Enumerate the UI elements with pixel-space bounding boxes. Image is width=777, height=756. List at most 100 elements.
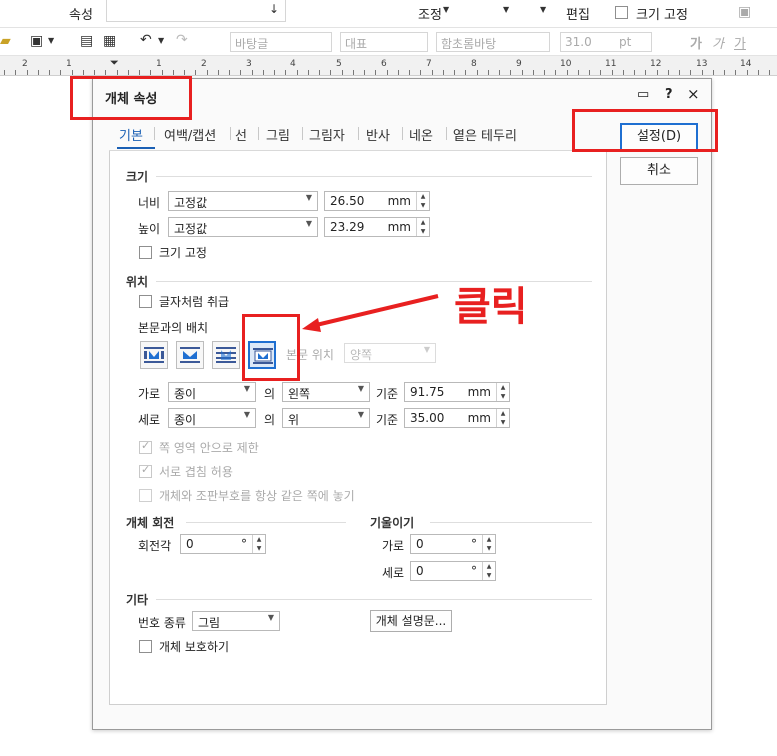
- comment-icon[interactable]: ▭: [637, 87, 649, 102]
- tab-picture[interactable]: 그림: [266, 125, 290, 144]
- vertical-ref-select[interactable]: 종이 ▼: [168, 408, 256, 428]
- wrap-square-button[interactable]: [140, 341, 168, 369]
- ruler-tick: [499, 70, 500, 75]
- bold-button[interactable]: 가: [690, 33, 702, 52]
- ruler-tick: [398, 70, 399, 75]
- chevron-down-icon[interactable]: ▼: [158, 36, 164, 45]
- horizontal-align-select[interactable]: 왼쪽 ▼: [282, 382, 370, 402]
- ruler-tick: [409, 70, 410, 75]
- size-lock-label: 크기 고정: [636, 8, 688, 23]
- spin-icon[interactable]: ▲ ▼: [496, 409, 509, 427]
- ruler-tick: [38, 70, 39, 75]
- tab-shadow[interactable]: 그림자: [309, 125, 345, 144]
- rotation-angle-input[interactable]: 0 ° ▲ ▼: [180, 534, 266, 554]
- tab-neon[interactable]: 네온: [409, 125, 433, 144]
- spin-icon[interactable]: ▲ ▼: [416, 218, 429, 236]
- width-label: 너비: [138, 196, 161, 210]
- chevron-down-icon: ▼: [305, 193, 312, 202]
- height-mode-select[interactable]: 고정값 ▼: [168, 217, 318, 237]
- horizontal-offset-input[interactable]: 91.75 mm ▲ ▼: [404, 382, 510, 402]
- adjust-menu[interactable]: 조정: [418, 4, 442, 23]
- width-mode-select[interactable]: 고정값 ▼: [168, 191, 318, 211]
- ruler-tick: [27, 70, 28, 75]
- spin-icon[interactable]: ▲ ▼: [482, 535, 495, 553]
- chevron-down-icon: ▼: [357, 384, 364, 393]
- tab-basic[interactable]: 기본: [119, 125, 143, 144]
- ruler-tick: [769, 70, 770, 75]
- text-position-select[interactable]: 양쪽 ▼: [344, 343, 436, 363]
- help-button[interactable]: ?: [665, 87, 673, 102]
- width-input[interactable]: 26.50 mm ▲ ▼: [324, 191, 430, 211]
- style-select[interactable]: 바탕글: [230, 32, 332, 52]
- chevron-down-icon[interactable]: ▼: [443, 5, 449, 14]
- font-select[interactable]: 함초롬바탕: [436, 32, 550, 52]
- protect-object-checkbox[interactable]: [139, 640, 152, 653]
- indent-marker-icon[interactable]: ⏷: [110, 56, 119, 70]
- layer-icon[interactable]: ▣: [738, 4, 751, 20]
- wrap-tight-button[interactable]: [176, 341, 204, 369]
- italic-button[interactable]: 가: [712, 33, 724, 52]
- wrap-label: 본문과의 배치: [138, 321, 209, 335]
- tilt-vertical-label: 세로: [382, 566, 405, 580]
- tab-soft-edge[interactable]: 옅은 테두리: [453, 125, 517, 144]
- tilt-horizontal-input[interactable]: 0 ° ▲ ▼: [410, 534, 496, 554]
- wrap-behind-text-button[interactable]: [212, 341, 240, 369]
- undo-icon[interactable]: ↶: [140, 32, 152, 48]
- chevron-down-icon[interactable]: ▼: [503, 5, 509, 14]
- horizontal-ref-select[interactable]: 종이 ▼: [168, 382, 256, 402]
- section-divider: [430, 522, 592, 523]
- ruler-tick: [454, 70, 455, 75]
- number-type-select[interactable]: 그림 ▼: [192, 611, 280, 631]
- vertical-offset-input[interactable]: 35.00 mm ▲ ▼: [404, 408, 510, 428]
- spin-icon[interactable]: ▲ ▼: [252, 535, 265, 553]
- ruler-tick: [297, 70, 298, 75]
- font-size-field[interactable]: 31.0 pt: [560, 32, 652, 52]
- ruler-tick: [263, 70, 264, 75]
- same-page-checkbox[interactable]: [139, 489, 152, 502]
- highlight-wrap-front: [242, 314, 300, 381]
- tilt-vertical-input[interactable]: 0 ° ▲ ▼: [410, 561, 496, 581]
- tab-reflection[interactable]: 반사: [366, 125, 390, 144]
- size-section-title: 크기: [126, 170, 149, 184]
- chevron-down-icon[interactable]: ▼: [540, 5, 546, 14]
- spin-icon[interactable]: ▲ ▼: [496, 383, 509, 401]
- vertical-align-select[interactable]: 위 ▼: [282, 408, 370, 428]
- print-icon[interactable]: ▤: [80, 33, 93, 49]
- cancel-button[interactable]: 취소: [620, 157, 698, 185]
- tab-line[interactable]: 선: [235, 125, 247, 144]
- annotation-arrow-icon: [302, 294, 439, 332]
- limit-to-page-checkbox[interactable]: [139, 439, 152, 454]
- close-icon[interactable]: ×: [687, 85, 700, 103]
- ruler-number: 14: [740, 59, 752, 69]
- save-icon[interactable]: ▣: [30, 33, 43, 49]
- ruler-tick: [679, 70, 680, 75]
- treat-as-char-checkbox[interactable]: [139, 295, 152, 308]
- size-lock-checkbox[interactable]: [139, 246, 152, 259]
- spin-icon[interactable]: ▲ ▼: [416, 192, 429, 210]
- rep-select[interactable]: 대표: [340, 32, 428, 52]
- height-input[interactable]: 23.29 mm ▲ ▼: [324, 217, 430, 237]
- spin-icon[interactable]: ▲ ▼: [482, 562, 495, 580]
- attr-field[interactable]: ↓: [106, 0, 286, 22]
- ruler-number: 3: [246, 59, 252, 69]
- ruler-tick: [747, 70, 748, 75]
- ruler-tick: [657, 70, 658, 75]
- ruler-tick: [623, 70, 624, 75]
- edit-menu[interactable]: 편집: [566, 4, 590, 23]
- size-lock-checkbox[interactable]: [615, 6, 628, 19]
- attr-menu[interactable]: 속성: [69, 4, 93, 23]
- allow-overlap-checkbox[interactable]: [139, 463, 152, 478]
- height-label: 높이: [138, 222, 161, 236]
- tab-margin-caption[interactable]: 여백/캡션: [164, 125, 216, 144]
- horizontal-ruler[interactable]: 2 1 ⏷ 1 2 3 4 5 6 7 8 9 10 11 12 13 14: [0, 56, 777, 76]
- number-type-label: 번호 종류: [138, 616, 186, 630]
- preview-icon[interactable]: ▦: [103, 33, 116, 49]
- ruler-tick: [420, 70, 421, 75]
- object-description-button[interactable]: 개체 설명문...: [370, 610, 452, 632]
- ruler-tick: [353, 70, 354, 75]
- chevron-down-icon[interactable]: ▼: [48, 36, 54, 45]
- folder-icon[interactable]: ▰: [0, 33, 11, 49]
- redo-icon[interactable]: ↷: [176, 32, 188, 48]
- chevron-down-icon: ▼: [243, 410, 250, 419]
- underline-button[interactable]: 가: [734, 33, 746, 52]
